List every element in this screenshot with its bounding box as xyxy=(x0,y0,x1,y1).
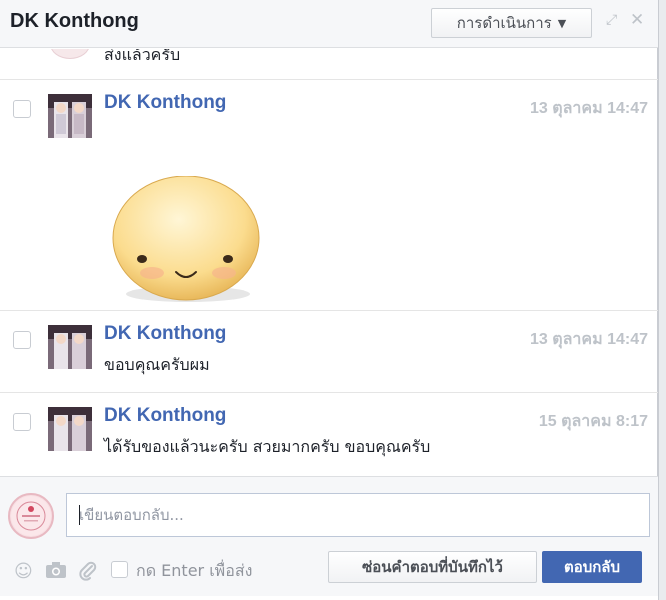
avatar[interactable] xyxy=(48,94,92,138)
chevron-down-icon: ▼ xyxy=(557,16,567,30)
message-item: DK Konthong 13 ตุลาคม 14:47 xyxy=(0,80,658,311)
message-select-checkbox[interactable] xyxy=(13,413,31,431)
message-item: DK Konthong 13 ตุลาคม 14:47 ขอบคุณครับผม xyxy=(0,311,658,393)
emoji-icon[interactable]: ☺ xyxy=(14,561,33,582)
sticker-image xyxy=(108,175,262,306)
message-text: ขอบคุณครับผม xyxy=(104,355,210,374)
expand-icon[interactable]: ⤢ xyxy=(606,12,617,28)
message-select-checkbox[interactable] xyxy=(13,331,31,349)
message-timestamp: 15 ตุลาคม 8:17 xyxy=(538,413,648,430)
actions-label: การดำเนินการ xyxy=(456,14,552,32)
message-text: ส่งแล้วครับ xyxy=(104,49,181,64)
message-select-checkbox[interactable] xyxy=(13,100,31,118)
title-bar: DK Konthong การดำเนินการ ▼ ⤢ ✕ xyxy=(0,0,658,48)
message-timestamp: 13 ตุลาคม 14:47 xyxy=(529,331,648,348)
reply-composer: ☺ กด Enter เพื่อส่ง ซ่อนคำตอบที่บันทึกไว… xyxy=(0,476,658,596)
paperclip-icon[interactable] xyxy=(78,561,98,586)
scrollbar[interactable] xyxy=(658,0,666,600)
text-cursor xyxy=(79,505,80,525)
reply-input[interactable] xyxy=(66,493,650,537)
saved-replies-button[interactable]: ซ่อนคำตอบที่บันทึกไว้ xyxy=(328,551,537,583)
message-timestamp: 13 ตุลาคม 14:47 xyxy=(529,100,648,117)
sender-name[interactable]: DK Konthong xyxy=(104,405,226,427)
enter-to-send-label[interactable]: กด Enter เพื่อส่ง xyxy=(136,559,252,584)
reply-button[interactable]: ตอบกลับ xyxy=(542,551,642,583)
message-item: DK Konthong 15 ตุลาคม 8:17 ได้รับของแล้ว… xyxy=(0,393,658,476)
sender-name[interactable]: DK Konthong xyxy=(104,323,226,345)
sender-name[interactable]: DK Konthong xyxy=(104,92,226,114)
avatar[interactable] xyxy=(48,325,92,369)
conversation-title: DK Konthong xyxy=(10,10,139,32)
avatar xyxy=(8,493,54,539)
messenger-window: DK Konthong การดำเนินการ ▼ ⤢ ✕ ส่งแล้วคร… xyxy=(0,0,658,596)
close-icon[interactable]: ✕ xyxy=(630,10,644,30)
actions-dropdown[interactable]: การดำเนินการ ▼ xyxy=(431,8,592,38)
message-list: ส่งแล้วครับ DK Konthong 13 ตุลาคม 14:47 xyxy=(0,49,658,476)
camera-icon[interactable] xyxy=(45,561,67,584)
message-text: ได้รับของแล้วนะครับ สวยมากครับ ขอบคุณครั… xyxy=(104,437,431,456)
enter-to-send-checkbox[interactable] xyxy=(111,561,128,578)
message-partial: ส่งแล้วครับ xyxy=(0,49,658,80)
avatar xyxy=(50,49,90,59)
avatar[interactable] xyxy=(48,407,92,451)
